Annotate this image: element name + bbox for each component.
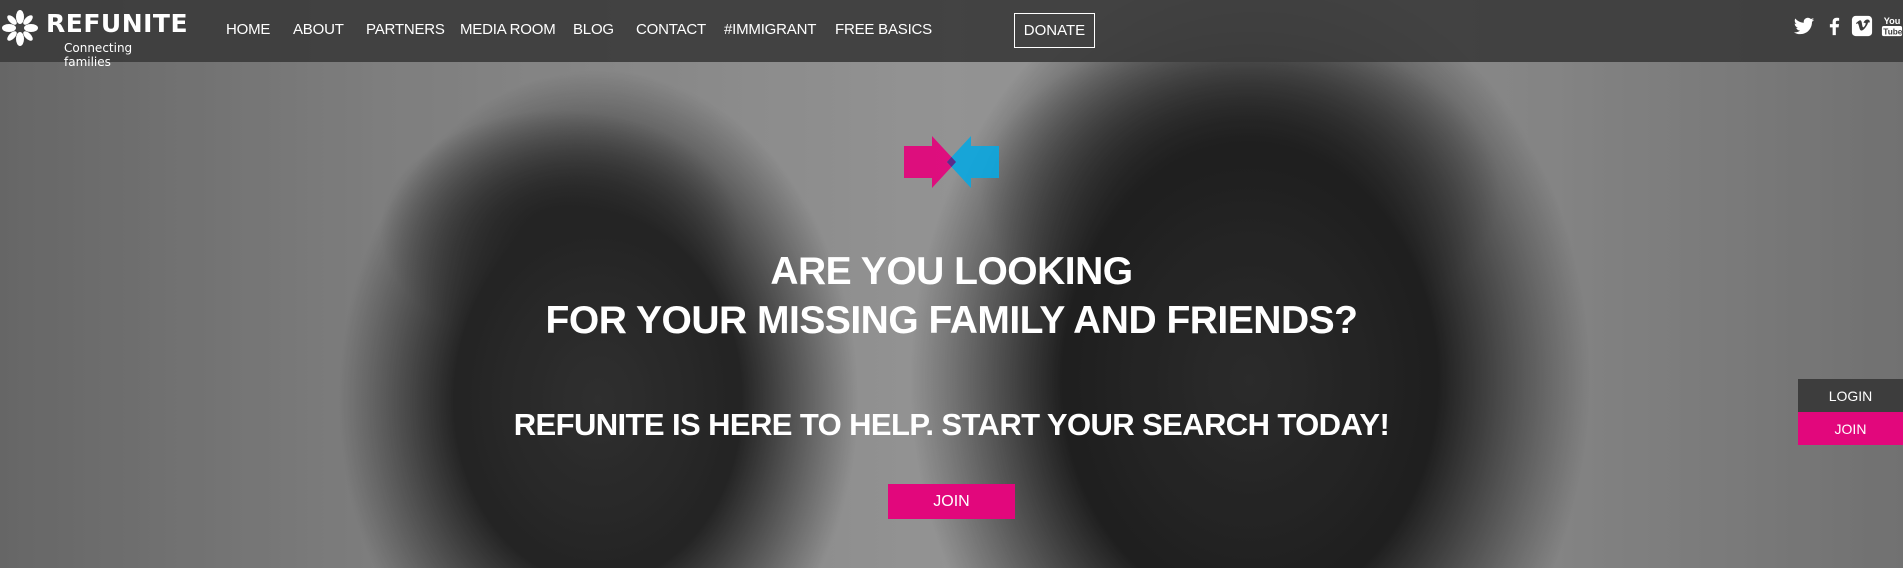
- nav-free-basics-link[interactable]: FREE BASICS: [835, 21, 932, 38]
- brand-name: REFUNITE: [46, 9, 189, 38]
- nav-media-room-link[interactable]: MEDIA ROOM: [460, 21, 556, 38]
- nav-about-link[interactable]: ABOUT: [293, 21, 344, 38]
- brand-tagline: Connecting families: [64, 41, 133, 69]
- nav-partners-link[interactable]: PARTNERS: [366, 21, 445, 38]
- refunite-logo[interactable]: REFUNITE Connecting families: [0, 4, 188, 69]
- facebook-icon[interactable]: [1823, 15, 1845, 37]
- hero-headline-line-1: ARE YOU LOOKING: [770, 250, 1133, 293]
- nav-contact-link[interactable]: CONTACT: [636, 21, 706, 38]
- hero-subheadline: REFUNITE IS HERE TO HELP. START YOUR SEA…: [513, 407, 1390, 442]
- hero-section: ARE YOU LOOKING FOR YOUR MISSING FAMILY …: [0, 0, 1903, 568]
- hero-join-button[interactable]: JOIN: [888, 484, 1015, 519]
- top-navbar: REFUNITE Connecting families HOME ABOUT …: [0, 0, 1903, 69]
- nav-home-link[interactable]: HOME: [226, 21, 270, 38]
- vimeo-icon[interactable]: [1851, 15, 1873, 37]
- flower-logo-icon: [2, 10, 38, 46]
- nav-immigrant-link[interactable]: #IMMIGRANT: [724, 21, 816, 38]
- refunite-arrows-icon: [904, 136, 999, 188]
- youtube-icon[interactable]: You Tube: [1881, 15, 1903, 37]
- side-join-button[interactable]: JOIN: [1798, 412, 1903, 445]
- nav-blog-link[interactable]: BLOG: [573, 21, 614, 38]
- side-login-button[interactable]: LOGIN: [1798, 379, 1903, 412]
- svg-text:You: You: [1884, 16, 1901, 26]
- donate-button[interactable]: DONATE: [1014, 13, 1095, 48]
- hero-headline-line-2: FOR YOUR MISSING FAMILY AND FRIENDS?: [545, 299, 1358, 342]
- page-bottom-strip: [0, 568, 1903, 581]
- twitter-icon[interactable]: [1793, 15, 1815, 37]
- svg-text:Tube: Tube: [1883, 27, 1903, 36]
